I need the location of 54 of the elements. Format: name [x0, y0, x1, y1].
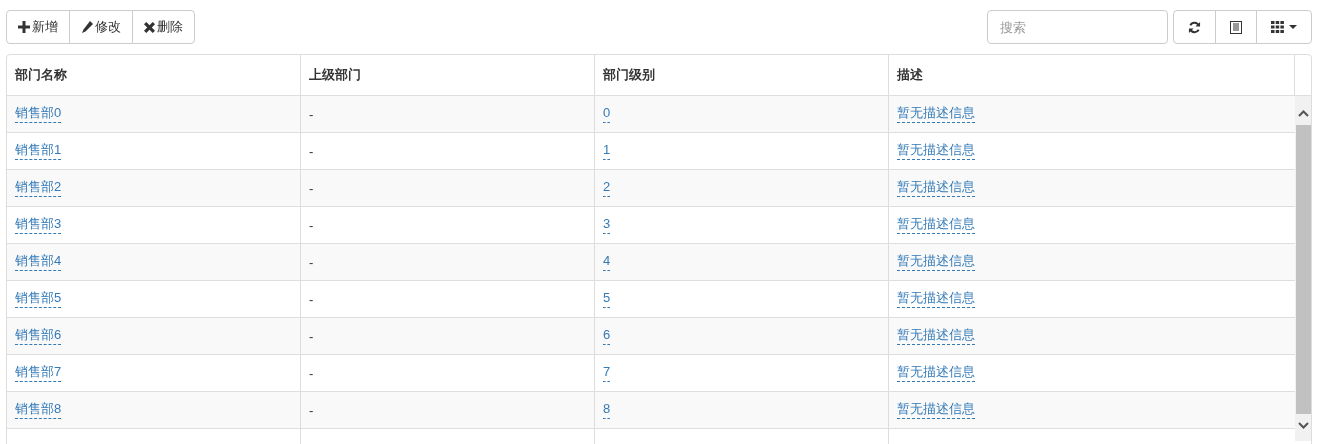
delete-button[interactable]: 删除: [132, 10, 195, 44]
description-link[interactable]: 暂无描述信息: [897, 364, 975, 382]
name-link[interactable]: 销售部2: [15, 179, 62, 197]
table-cell: -: [309, 254, 314, 270]
add-button[interactable]: 新增: [6, 10, 70, 44]
columns-button[interactable]: [1256, 10, 1312, 44]
description-link[interactable]: 暂无描述信息: [897, 253, 975, 271]
description-link[interactable]: 暂无描述信息: [897, 401, 975, 419]
level-link[interactable]: 7: [603, 364, 611, 382]
table-cell: -: [309, 217, 314, 233]
table-cell: -: [309, 143, 314, 159]
level-link[interactable]: 6: [603, 327, 611, 345]
search-field[interactable]: 搜索: [987, 10, 1168, 44]
table-cell: -: [309, 291, 314, 307]
column-header: 上级部门: [309, 66, 361, 84]
level-link[interactable]: 3: [603, 216, 611, 234]
name-link[interactable]: 销售部5: [15, 290, 62, 308]
description-link[interactable]: 暂无描述信息: [897, 216, 975, 234]
caret-icon: [1289, 25, 1297, 29]
column-header: 部门级别: [603, 66, 655, 84]
level-link[interactable]: 0: [603, 105, 611, 123]
refresh-button[interactable]: [1173, 10, 1216, 44]
description-link[interactable]: 暂无描述信息: [897, 142, 975, 160]
description-link[interactable]: 暂无描述信息: [897, 105, 975, 123]
refresh-icon: [1188, 20, 1201, 34]
name-link[interactable]: 销售部8: [15, 401, 62, 419]
toggle-button[interactable]: [1215, 10, 1257, 44]
description-link[interactable]: 暂无描述信息: [897, 179, 975, 197]
edit-button[interactable]: 修改: [69, 10, 133, 44]
level-link[interactable]: 2: [603, 179, 611, 197]
column-header: 描述: [897, 66, 923, 84]
table-cell: -: [309, 328, 314, 344]
pencil-icon: [81, 21, 93, 33]
name-link[interactable]: 销售部6: [15, 327, 62, 345]
name-link[interactable]: 销售部7: [15, 364, 62, 382]
close-icon: [144, 21, 155, 33]
scrollbar[interactable]: [1295, 96, 1311, 441]
grid-icon: [1271, 21, 1284, 33]
description-link[interactable]: 暂无描述信息: [897, 327, 975, 345]
table-cell: -: [309, 180, 314, 196]
level-link[interactable]: 4: [603, 253, 611, 271]
description-link[interactable]: 暂无描述信息: [897, 290, 975, 308]
name-link[interactable]: 销售部3: [15, 216, 62, 234]
name-link[interactable]: 销售部4: [15, 253, 62, 271]
table-cell: -: [309, 402, 314, 418]
name-link[interactable]: 销售部0: [15, 105, 62, 123]
plus-icon: [18, 21, 30, 33]
level-link[interactable]: 1: [603, 142, 611, 160]
name-link[interactable]: 销售部1: [15, 142, 62, 160]
level-link[interactable]: 5: [603, 290, 611, 308]
table-cell: -: [309, 106, 314, 122]
column-header: 部门名称: [15, 66, 67, 84]
table-cell: -: [309, 365, 314, 381]
level-link[interactable]: 8: [603, 401, 611, 419]
